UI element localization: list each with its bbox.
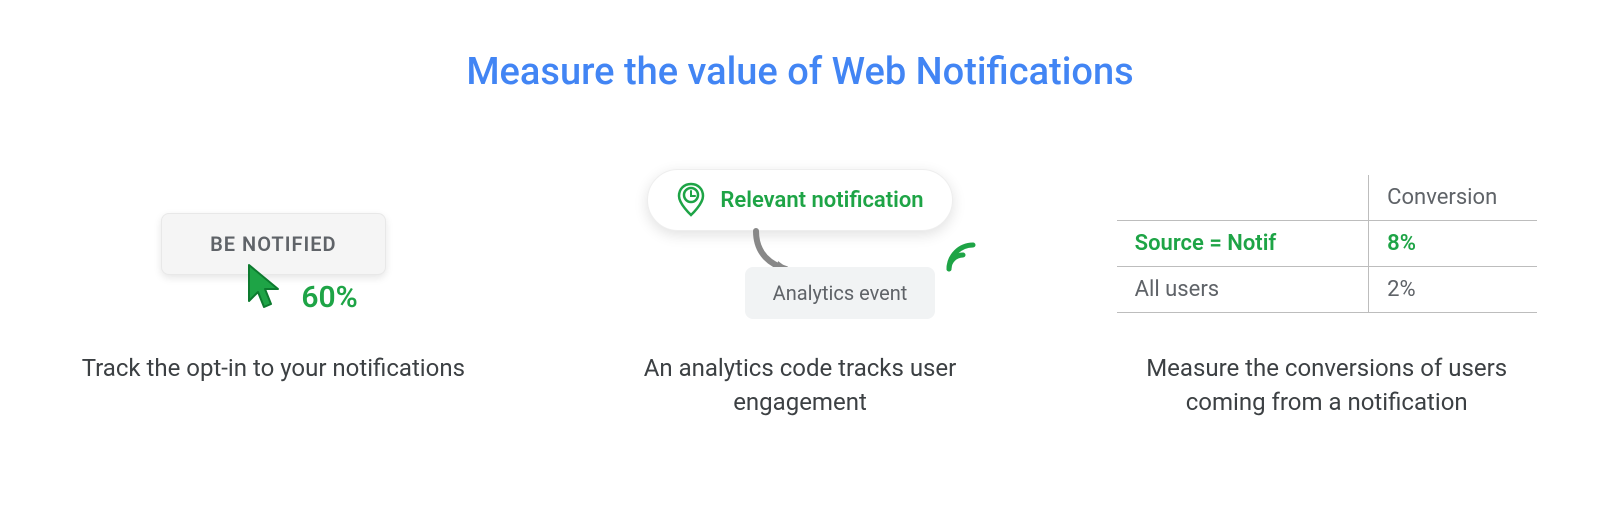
analytics-label: Analytics event: [773, 281, 908, 305]
column-3: Conversion Source = Notif 8% All users 2…: [1093, 154, 1560, 419]
col3-caption: Measure the conversions of users coming …: [1127, 352, 1527, 419]
table-header-row: Conversion: [1117, 175, 1537, 221]
analytics-event-pill: Analytics event: [745, 267, 936, 319]
cursor-with-percent: 60%: [243, 258, 357, 315]
row-value-all: 2%: [1369, 267, 1537, 313]
column-1: BE NOTIFIED 60% Track the opt-in to your…: [40, 154, 507, 419]
row-label-all: All users: [1117, 267, 1369, 313]
notification-pill: Relevant notification: [647, 169, 952, 231]
page-title: Measure the value of Web Notifications: [40, 50, 1560, 94]
row-value-notif: 8%: [1369, 221, 1537, 267]
col1-caption: Track the opt-in to your notifications: [82, 352, 465, 386]
header-conversion: Conversion: [1369, 175, 1537, 221]
col2-diagram: Relevant notification Analytics event: [567, 154, 1034, 334]
header-blank: [1117, 175, 1369, 221]
columns: BE NOTIFIED 60% Track the opt-in to your…: [40, 154, 1560, 419]
clock-location-icon: [676, 182, 706, 218]
notification-label: Relevant notification: [720, 188, 923, 213]
col1-diagram: BE NOTIFIED 60%: [40, 154, 507, 334]
cursor-icon: [243, 261, 287, 313]
opt-in-percentage: 60%: [301, 280, 357, 315]
table-row: All users 2%: [1117, 267, 1537, 313]
row-label-notif: Source = Notif: [1117, 221, 1369, 267]
col2-caption: An analytics code tracks user engagement: [600, 352, 1000, 419]
col3-diagram: Conversion Source = Notif 8% All users 2…: [1093, 154, 1560, 334]
conversion-table: Conversion Source = Notif 8% All users 2…: [1117, 175, 1537, 313]
broadcast-icon: [943, 239, 979, 280]
column-2: Relevant notification Analytics event: [567, 154, 1034, 419]
table-row: Source = Notif 8%: [1117, 221, 1537, 267]
